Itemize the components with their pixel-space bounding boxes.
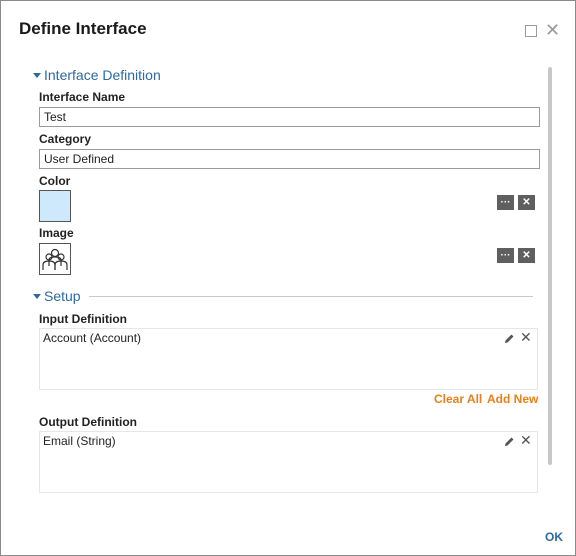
- clear-all-link[interactable]: Clear All: [434, 392, 482, 406]
- setup-header[interactable]: Setup: [33, 287, 533, 305]
- input-definition-label: Input Definition: [39, 312, 127, 326]
- output-definition-label: Output Definition: [39, 415, 137, 429]
- caret-down-icon: [33, 293, 41, 299]
- color-clear-button[interactable]: ✕: [518, 195, 535, 210]
- pencil-icon[interactable]: [504, 436, 515, 447]
- output-definition-item: Email (String): [43, 434, 116, 448]
- output-definition-list: Email (String) ✕: [39, 431, 538, 493]
- interface-name-label: Interface Name: [39, 90, 126, 104]
- image-preview[interactable]: [39, 243, 71, 275]
- pencil-icon[interactable]: [504, 333, 515, 344]
- setup-title: Setup: [44, 288, 81, 304]
- delete-icon[interactable]: ✕: [520, 432, 532, 449]
- category-label: Category: [39, 132, 92, 146]
- interface-definition-title: Interface Definition: [44, 67, 161, 83]
- category-input[interactable]: User Defined: [39, 149, 540, 169]
- interface-definition-header[interactable]: Interface Definition: [33, 66, 161, 84]
- delete-icon[interactable]: ✕: [520, 329, 532, 346]
- image-more-button[interactable]: ···: [497, 248, 514, 263]
- section-divider: [88, 295, 533, 297]
- people-image-icon: [42, 248, 68, 270]
- scrollbar[interactable]: [548, 67, 552, 465]
- maximize-icon[interactable]: [525, 25, 537, 37]
- color-label: Color: [39, 174, 71, 188]
- input-definition-item: Account (Account): [43, 331, 142, 345]
- image-label: Image: [39, 226, 74, 240]
- caret-down-icon: [33, 72, 41, 78]
- color-more-button[interactable]: ···: [497, 195, 514, 210]
- image-clear-button[interactable]: ✕: [518, 248, 535, 263]
- add-new-link[interactable]: Add New: [487, 392, 538, 406]
- color-swatch[interactable]: [39, 190, 71, 222]
- dialog-title: Define Interface: [19, 19, 147, 38]
- ok-button[interactable]: OK: [545, 530, 563, 544]
- input-definition-list: Account (Account) ✕: [39, 328, 538, 390]
- close-icon[interactable]: ✕: [545, 20, 560, 40]
- interface-name-input[interactable]: Test: [39, 107, 540, 127]
- define-interface-dialog: Define Interface ✕ Interface Definition …: [0, 0, 576, 556]
